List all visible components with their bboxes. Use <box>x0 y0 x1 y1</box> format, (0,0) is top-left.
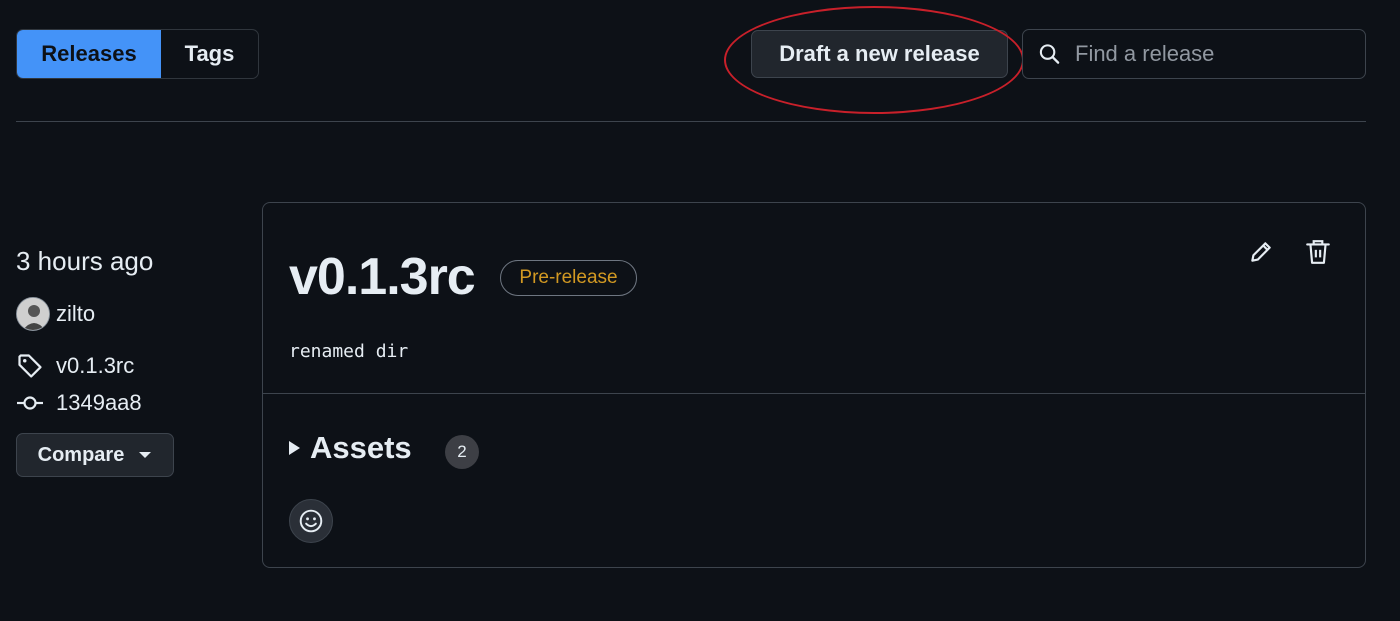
pencil-icon[interactable] <box>1248 239 1274 265</box>
avatar-image <box>17 298 49 330</box>
tag-icon <box>18 354 42 378</box>
tab-tags[interactable]: Tags <box>161 30 258 78</box>
draft-new-release-button[interactable]: Draft a new release <box>751 30 1008 78</box>
avatar[interactable] <box>16 297 50 331</box>
trash-icon[interactable] <box>1305 238 1331 266</box>
commit-row: 1349aa8 <box>16 390 142 416</box>
release-time: 3 hours ago <box>16 246 154 276</box>
tag-link[interactable]: v0.1.3rc <box>56 353 134 379</box>
commit-icon <box>17 396 43 410</box>
commit-link[interactable]: 1349aa8 <box>56 390 142 416</box>
release-card: v0.1.3rc Pre-release renamed dir Assets … <box>262 202 1366 568</box>
assets-toggle[interactable]: Assets <box>289 430 412 466</box>
compare-button[interactable]: Compare <box>16 433 174 477</box>
chevron-down-icon <box>139 452 152 458</box>
assets-label: Assets <box>310 430 412 465</box>
tab-releases[interactable]: Releases <box>17 30 161 78</box>
header-divider <box>16 121 1366 122</box>
assets-count-badge: 2 <box>445 435 479 469</box>
smiley-icon <box>299 509 323 533</box>
search-input[interactable] <box>1073 40 1365 68</box>
find-release-search[interactable] <box>1022 29 1366 79</box>
releases-tags-switcher: Releases Tags <box>16 29 259 79</box>
card-divider <box>263 393 1365 394</box>
pre-release-badge: Pre-release <box>500 260 637 296</box>
search-icon <box>1039 44 1060 64</box>
author-link[interactable]: zilto <box>56 301 95 327</box>
release-description: renamed dir <box>289 341 409 362</box>
author-row: zilto <box>16 297 95 331</box>
caret-right-icon <box>289 441 300 455</box>
tag-row: v0.1.3rc <box>16 352 134 380</box>
release-title[interactable]: v0.1.3rc <box>289 247 476 307</box>
add-reaction-button[interactable] <box>289 499 333 543</box>
compare-label: Compare <box>37 443 125 466</box>
